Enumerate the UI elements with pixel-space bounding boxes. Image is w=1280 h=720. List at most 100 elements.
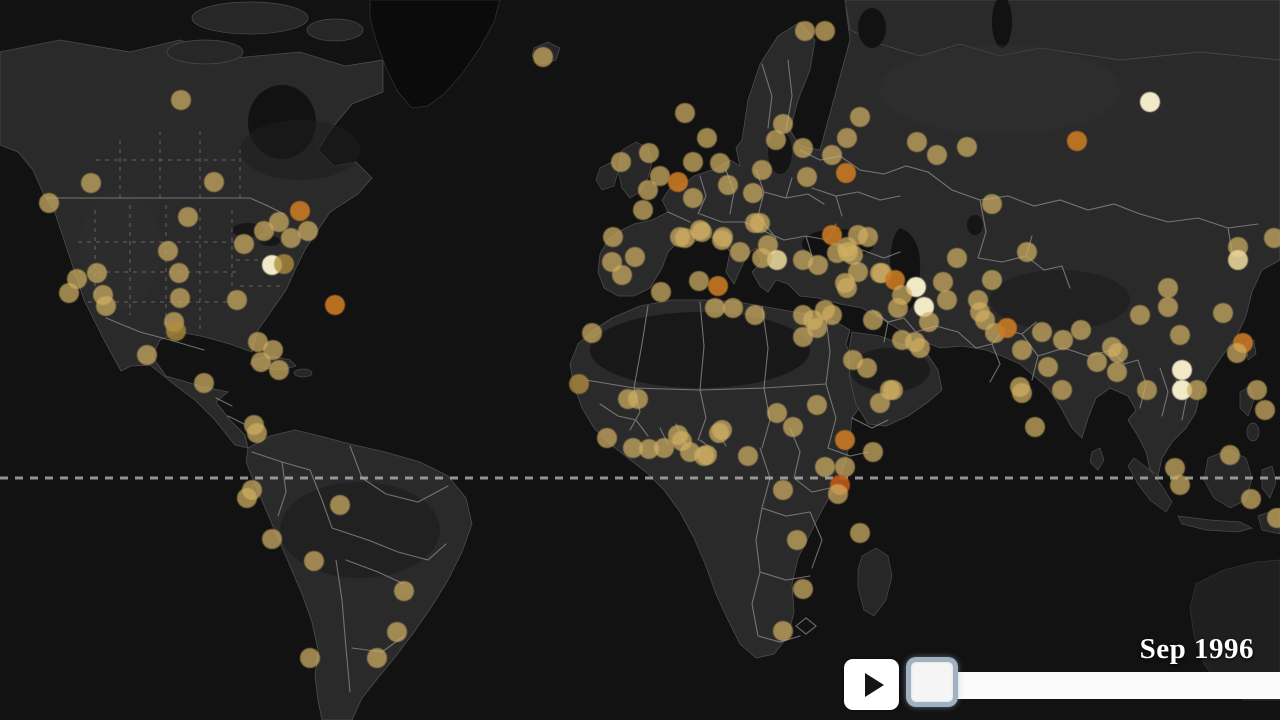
map-visualization-stage: Sep 1996 [0, 0, 1280, 720]
event-dot [723, 298, 743, 318]
event-dot [325, 295, 345, 315]
event-dot [773, 621, 793, 641]
event-dot [290, 201, 310, 221]
event-dot [330, 495, 350, 515]
event-dot [304, 551, 324, 571]
event-dot [793, 327, 813, 347]
event-dot [387, 622, 407, 642]
event-dot [158, 241, 178, 261]
play-button[interactable] [844, 659, 899, 710]
event-dot [835, 430, 855, 450]
event-dot [597, 428, 617, 448]
event-dot [919, 312, 939, 332]
event-dot [835, 273, 855, 293]
event-dot [752, 248, 772, 268]
event-dot [1228, 250, 1248, 270]
event-dot [1140, 92, 1160, 112]
event-dot [710, 153, 730, 173]
event-dot [883, 380, 903, 400]
event-dot [1108, 343, 1128, 363]
event-dot [251, 352, 271, 372]
event-dot [171, 90, 191, 110]
event-dot [997, 318, 1017, 338]
event-dot [933, 272, 953, 292]
event-dot [863, 442, 883, 462]
event-dot [96, 296, 116, 316]
event-dot [1032, 322, 1052, 342]
event-dot [1038, 357, 1058, 377]
event-dot [808, 255, 828, 275]
event-dot [822, 145, 842, 165]
event-dot [1130, 305, 1150, 325]
event-dot [194, 373, 214, 393]
event-dot [274, 254, 294, 274]
event-dot [1170, 475, 1190, 495]
slider-thumb[interactable] [906, 657, 958, 707]
event-dot [611, 152, 631, 172]
event-dot [1247, 380, 1267, 400]
event-dot [1255, 400, 1275, 420]
event-dot [137, 345, 157, 365]
event-dot [766, 130, 786, 150]
event-dot [300, 648, 320, 668]
event-dot [1158, 278, 1178, 298]
event-dot [927, 145, 947, 165]
event-dot [87, 263, 107, 283]
event-dot [59, 283, 79, 303]
play-icon [865, 673, 884, 697]
event-dot [683, 188, 703, 208]
event-dot [857, 358, 877, 378]
event-dot [837, 128, 857, 148]
event-dot [745, 213, 765, 233]
event-dot [697, 445, 717, 465]
event-dot [367, 648, 387, 668]
event-dot [247, 423, 267, 443]
event-dot [888, 298, 908, 318]
event-dot [793, 138, 813, 158]
world-map [0, 0, 1280, 720]
event-dot [1067, 131, 1087, 151]
event-dot [1227, 343, 1247, 363]
event-dot [752, 160, 772, 180]
event-dot [850, 107, 870, 127]
event-dot [675, 103, 695, 123]
event-dot [1170, 325, 1190, 345]
event-dot [828, 484, 848, 504]
slider-track[interactable] [931, 672, 1280, 699]
event-dot [858, 227, 878, 247]
event-dot [169, 263, 189, 283]
event-dot [651, 282, 671, 302]
event-dot [793, 579, 813, 599]
event-dot [907, 132, 927, 152]
event-dot [178, 207, 198, 227]
event-dot [603, 227, 623, 247]
event-dot [1012, 340, 1032, 360]
event-dot [1213, 303, 1233, 323]
event-dot [262, 529, 282, 549]
event-dot [937, 290, 957, 310]
event-dot [1220, 445, 1240, 465]
event-dot [730, 242, 750, 262]
event-dot [745, 305, 765, 325]
event-dot [767, 403, 787, 423]
event-dot [795, 21, 815, 41]
event-dot [254, 221, 274, 241]
event-dot [1071, 320, 1091, 340]
event-dot [843, 245, 863, 265]
event-dot [708, 276, 728, 296]
event-dot [675, 228, 695, 248]
event-dot [787, 530, 807, 550]
event-dot [1053, 330, 1073, 350]
event-dot [783, 417, 803, 437]
event-dot [705, 298, 725, 318]
event-dot [692, 222, 712, 242]
event-dot [582, 323, 602, 343]
event-dot [712, 420, 732, 440]
event-dot [1012, 383, 1032, 403]
event-dot [628, 389, 648, 409]
event-dot [850, 523, 870, 543]
event-dot [815, 457, 835, 477]
event-dot [982, 194, 1002, 214]
event-dot [281, 228, 301, 248]
event-dot [1017, 242, 1037, 262]
